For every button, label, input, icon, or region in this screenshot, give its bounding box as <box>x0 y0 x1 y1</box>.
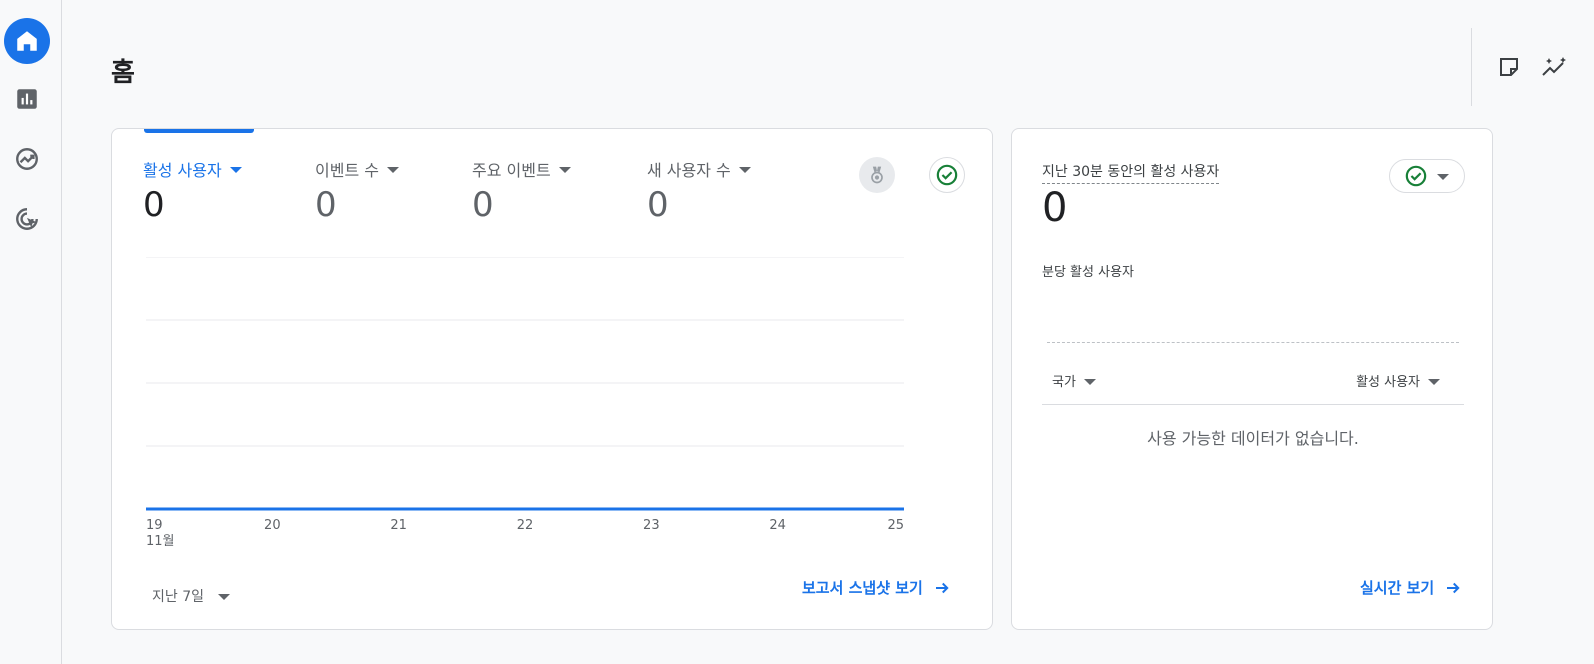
view-realtime-label: 실시간 보기 <box>1360 579 1435 597</box>
caret-down-icon <box>558 167 571 173</box>
notes-button[interactable] <box>1494 52 1524 82</box>
bar-chart-icon <box>17 89 37 109</box>
check-circle-icon <box>936 164 958 186</box>
overview-line-chart: 19 20 21 22 23 24 25 11월 <box>146 257 904 549</box>
realtime-status-chip[interactable] <box>1389 159 1465 193</box>
metric-label: 이벤트 수 <box>315 161 379 180</box>
col-active-users-label: 활성 사용자 <box>1356 375 1420 390</box>
insights-sparkle-icon <box>1542 57 1566 76</box>
metric-label: 주요 이벤트 <box>472 161 551 180</box>
overview-card: 활성 사용자 0 이벤트 수 0 주요 이벤트 0 새 사용자 수 0 19 20… <box>111 128 993 630</box>
x-tick-label: 21 <box>390 518 407 533</box>
col-active-users[interactable]: 활성 사용자 <box>1356 371 1440 390</box>
insights-button[interactable] <box>1540 52 1570 82</box>
per-minute-bars-baseline <box>1047 342 1459 343</box>
home-icon <box>17 31 37 51</box>
realtime-title[interactable]: 지난 30분 동안의 활성 사용자 <box>1042 161 1220 184</box>
metric-event-count[interactable]: 이벤트 수 0 <box>315 157 399 225</box>
realtime-table-header: 국가 활성 사용자 <box>1042 363 1464 405</box>
x-tick-label: 19 <box>146 518 163 533</box>
caret-down-icon <box>1083 378 1096 385</box>
note-icon <box>1500 58 1518 76</box>
medal-icon <box>871 166 883 184</box>
top-actions <box>1471 28 1594 106</box>
caret-down-icon <box>1437 174 1449 180</box>
target-cursor-icon <box>16 208 38 230</box>
caret-down-icon <box>738 167 751 173</box>
x-tick-label: 25 <box>887 518 904 533</box>
caret-down-icon <box>1428 378 1440 385</box>
empty-state-text: 사용 가능한 데이터가 없습니다. <box>1147 429 1359 448</box>
date-range-label: 지난 7일 <box>152 589 204 605</box>
view-snapshot-label: 보고서 스냅샷 보기 <box>802 579 923 597</box>
metric-active-users[interactable]: 활성 사용자 0 <box>143 157 242 225</box>
page-title: 홈 <box>111 58 135 88</box>
metric-key-events[interactable]: 주요 이벤트 0 <box>472 157 571 225</box>
nav-reports[interactable] <box>4 76 50 122</box>
metric-value: 0 <box>647 185 669 225</box>
x-tick-label: 20 <box>264 518 281 533</box>
realtime-value: 0 <box>1042 185 1068 231</box>
metric-label: 새 사용자 수 <box>647 161 731 180</box>
achievement-badge[interactable] <box>859 157 895 193</box>
caret-down-icon <box>229 167 242 173</box>
col-country-label: 국가 <box>1052 375 1076 390</box>
nav-explore[interactable] <box>4 136 50 182</box>
view-snapshot-link[interactable]: 보고서 스냅샷 보기 <box>802 577 951 598</box>
check-circle-icon <box>1405 165 1427 187</box>
view-realtime-link[interactable]: 실시간 보기 <box>1360 577 1462 598</box>
arrow-right-icon <box>1447 582 1460 593</box>
metric-new-users[interactable]: 새 사용자 수 0 <box>647 157 751 225</box>
metric-label: 활성 사용자 <box>143 161 222 180</box>
data-quality-status[interactable] <box>929 157 965 193</box>
active-tab-indicator <box>144 129 254 133</box>
x-tick-label: 24 <box>769 518 786 533</box>
caret-down-icon <box>386 167 399 173</box>
trending-icon <box>16 148 38 170</box>
metric-value: 0 <box>315 185 337 225</box>
left-nav-rail <box>0 0 62 664</box>
col-country[interactable]: 국가 <box>1052 371 1096 390</box>
realtime-card: 지난 30분 동안의 활성 사용자 0 분당 활성 사용자 국가 활성 사용자 … <box>1011 128 1493 630</box>
caret-down-icon <box>218 594 230 600</box>
arrow-right-icon <box>935 582 949 593</box>
date-range-selector[interactable]: 지난 7일 <box>152 586 230 606</box>
x-month-label: 11월 <box>146 534 175 549</box>
x-tick-label: 23 <box>643 518 660 533</box>
per-minute-label: 분당 활성 사용자 <box>1042 265 1134 280</box>
metric-value: 0 <box>143 185 165 225</box>
nav-advertising[interactable] <box>4 196 50 242</box>
metric-value: 0 <box>472 185 494 225</box>
nav-home[interactable] <box>4 18 50 64</box>
x-tick-label: 22 <box>517 518 534 533</box>
